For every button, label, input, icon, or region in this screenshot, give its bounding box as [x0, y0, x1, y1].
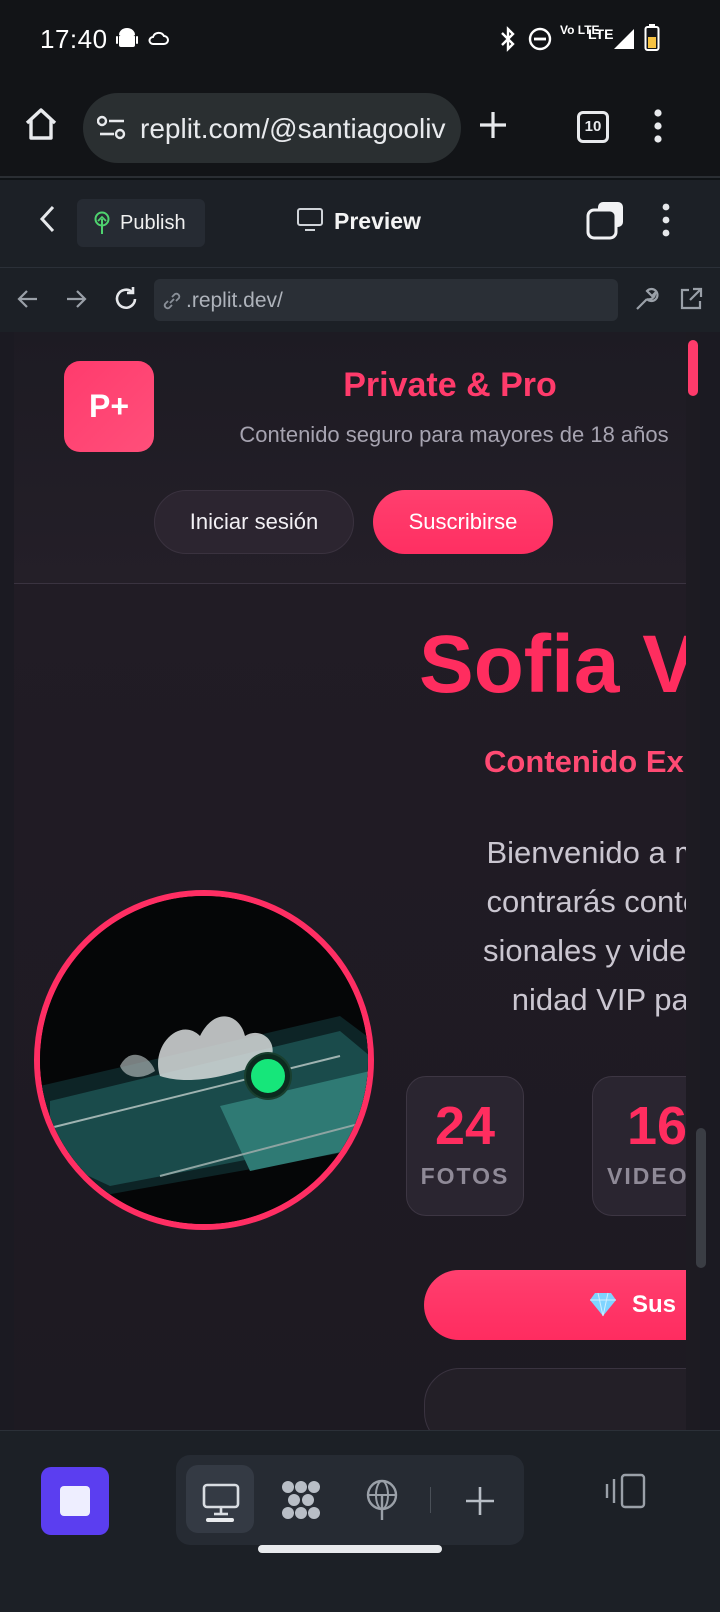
cta-label: Sus: [632, 1291, 677, 1318]
stat-photos-value: 24: [434, 1096, 496, 1156]
address-bar[interactable]: replit.com/@santiagooliv: [83, 93, 461, 163]
browser-menu-icon[interactable]: [652, 108, 664, 144]
hero-description: Bienvenido a mi m contrarás contenid sio…: [394, 828, 692, 1024]
brand-name: Private & Pro: [343, 366, 557, 404]
new-tab-icon[interactable]: [478, 110, 508, 140]
hero-description-line: contrarás contenid: [486, 884, 692, 919]
status-bar: 17:40 Vo LTE LTE: [0, 0, 720, 80]
brand-tagline: Contenido seguro para mayores de 18 años: [239, 422, 669, 447]
bluetooth-icon: [501, 26, 515, 52]
dnd-icon: [528, 27, 552, 51]
deploy-icon[interactable]: [364, 1479, 400, 1521]
stat-videos-value: 16: [627, 1096, 688, 1156]
online-status-dot: [246, 1054, 290, 1098]
hero-tagline: Contenido Ex: [484, 744, 684, 779]
webview-url-field[interactable]: .replit.dev/: [154, 279, 618, 321]
tab-switcher-button[interactable]: 10: [577, 111, 609, 143]
webview-url-text: .replit.dev/: [186, 289, 283, 312]
subscribe-cta-button[interactable]: Sus: [424, 1270, 692, 1340]
publish-label: Publish: [120, 212, 186, 234]
cloud-icon: [148, 31, 169, 45]
stat-photos-label: FOTOS: [420, 1163, 510, 1189]
apps-grid-icon[interactable]: [280, 1479, 322, 1521]
publish-icon: [94, 211, 110, 234]
site-page: P+ Private & Pro Contenido seguro para m…: [14, 332, 692, 1430]
stat-videos-label: VIDEO: [607, 1163, 689, 1189]
android-icon: [116, 28, 138, 47]
open-external-icon[interactable]: [678, 286, 704, 312]
nav-back-icon[interactable]: [16, 288, 40, 310]
profile-avatar[interactable]: [34, 890, 374, 1230]
replit-header: Publish Preview: [0, 180, 720, 268]
secondary-cta-button[interactable]: [424, 1368, 692, 1430]
hero-description-line: nidad VIP para: [511, 982, 692, 1017]
hero-description-line: sionales y videos ú: [483, 933, 692, 968]
browser-toolbar: replit.com/@santiagooliv 10: [0, 80, 720, 178]
signal-icon: [614, 29, 634, 49]
scroll-indicator[interactable]: [688, 340, 698, 396]
devtools-wrench-icon[interactable]: [634, 286, 660, 312]
battery-icon: [644, 24, 660, 51]
stat-card-videos: 16 VIDEO: [592, 1076, 692, 1216]
home-icon[interactable]: [22, 105, 60, 143]
monitor-tab-icon: [202, 1483, 240, 1516]
lte-label: LTE: [588, 26, 614, 42]
site-logo[interactable]: P+: [64, 361, 154, 452]
tab-preview[interactable]: [186, 1465, 254, 1533]
stop-icon: [60, 1486, 90, 1516]
address-text: replit.com/@santiagooliv: [140, 113, 446, 144]
gesture-home-bar[interactable]: [258, 1545, 442, 1553]
publish-button[interactable]: Publish: [77, 199, 205, 247]
login-button[interactable]: Iniciar sesión: [154, 490, 354, 554]
scrollbar-thumb[interactable]: [696, 1128, 706, 1268]
link-icon: [163, 292, 181, 310]
avatar-image: [40, 896, 368, 1224]
subscribe-button[interactable]: Suscribirse: [373, 490, 553, 554]
hero-name: Sofia V: [419, 619, 692, 710]
segment-divider: [430, 1487, 431, 1513]
view-switcher: [176, 1455, 524, 1545]
monitor-icon: [297, 208, 323, 231]
gem-icon: [590, 1292, 616, 1317]
layout-toggle-icon[interactable]: [604, 1473, 646, 1509]
stop-button[interactable]: [41, 1467, 109, 1535]
add-tool-icon[interactable]: [464, 1485, 496, 1517]
tabs-stack-icon[interactable]: [586, 200, 626, 240]
stat-card-photos: 24 FOTOS: [406, 1076, 524, 1216]
webview-toolbar: .replit.dev/: [0, 268, 720, 332]
replit-bottom-bar: [0, 1430, 720, 1612]
status-time: 17:40: [40, 24, 108, 54]
hero-description-line: Bienvenido a mi m: [486, 835, 692, 870]
back-icon[interactable]: [38, 204, 58, 234]
replit-menu-icon[interactable]: [660, 202, 672, 238]
webview: P+ Private & Pro Contenido seguro para m…: [0, 332, 720, 1430]
preview-title: Preview: [334, 208, 421, 234]
reload-icon[interactable]: [112, 285, 140, 313]
nav-forward-icon[interactable]: [64, 288, 88, 310]
site-settings-icon[interactable]: [97, 115, 127, 141]
active-tab-indicator: [206, 1518, 234, 1522]
site-header: P+ Private & Pro Contenido seguro para m…: [14, 332, 692, 584]
